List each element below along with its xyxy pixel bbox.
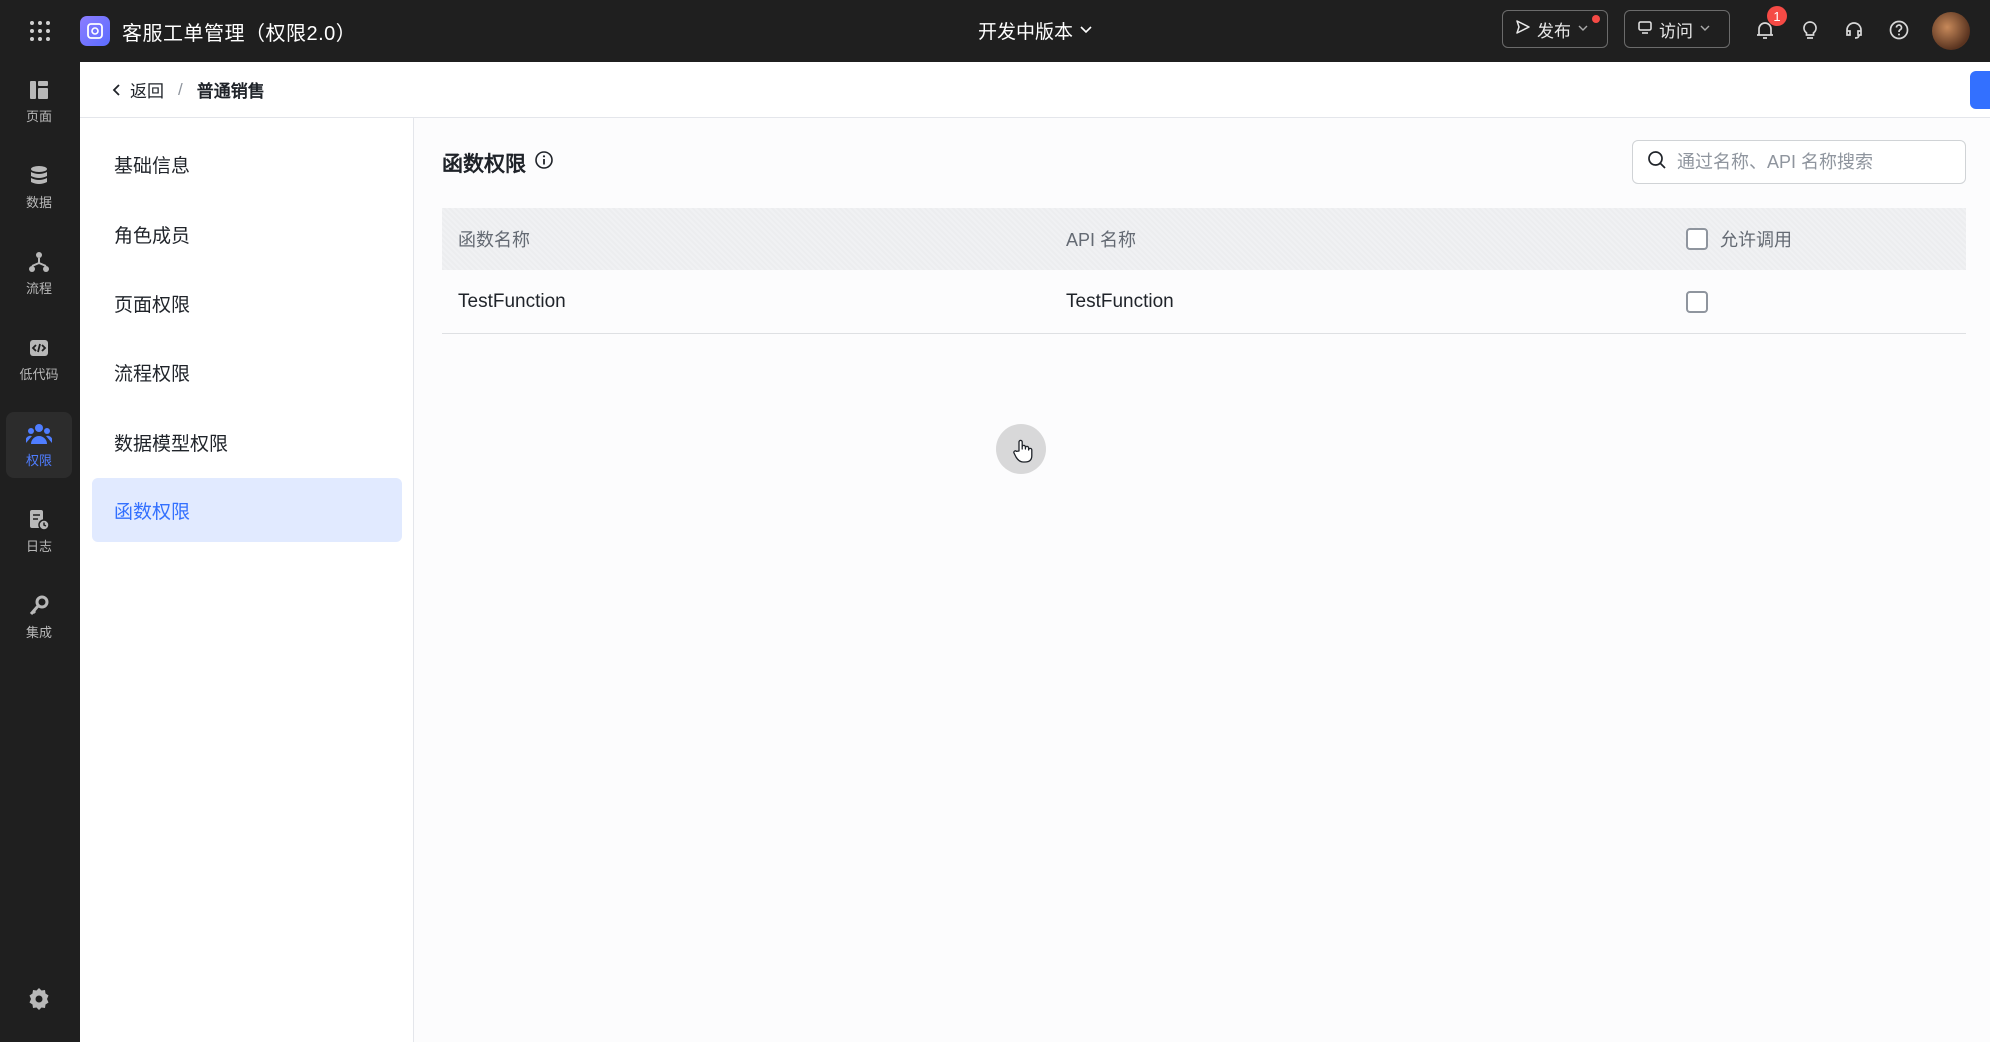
page-header: 返回 / 普通销售 提交 (80, 62, 1990, 118)
top-bar: 客服工单管理（权限2.0） 开发中版本 发布 访问 1 (0, 0, 1990, 62)
chevron-down-icon (1577, 19, 1589, 39)
rail-item-label: 流程 (25, 280, 52, 296)
breadcrumb-current: 普通销售 (196, 82, 265, 101)
gear-icon[interactable] (22, 982, 56, 1016)
permission-sidenav: 基础信息 角色成员 页面权限 流程权限 数据模型权限 函数权限 (80, 118, 414, 1042)
monitor-icon (1637, 19, 1653, 40)
rail-item-label: 数据 (25, 194, 52, 210)
visit-label: 访问 (1659, 21, 1693, 41)
rail-item-page[interactable]: 页面 (6, 68, 72, 134)
permission-icon (26, 423, 52, 444)
integration-icon (29, 595, 49, 615)
section-title: 函数权限 (442, 148, 554, 178)
select-all-checkbox[interactable] (1686, 228, 1708, 250)
allow-call-cell (1686, 290, 1966, 313)
column-header-function-name: 函数名称 (458, 230, 530, 250)
info-icon[interactable] (534, 150, 554, 176)
nav-item-page-permission[interactable]: 页面权限 (92, 271, 402, 335)
publish-label: 发布 (1537, 21, 1571, 41)
headset-icon[interactable] (1838, 14, 1870, 46)
api-name-cell: TestFunction (1066, 290, 1174, 312)
allow-call-checkbox[interactable] (1686, 290, 1708, 313)
lightbulb-icon[interactable] (1794, 14, 1826, 46)
rail-item-label: 页面 (25, 108, 52, 124)
column-header-api-name: API 名称 (1066, 230, 1137, 250)
nav-item-basic-info[interactable]: 基础信息 (92, 132, 402, 196)
rail-item-label: 权限 (25, 452, 52, 468)
avatar[interactable] (1932, 12, 1970, 50)
visit-button[interactable]: 访问 (1624, 10, 1730, 48)
app-logo (80, 16, 110, 46)
breadcrumb-separator: / (178, 79, 183, 99)
rail-item-lowcode[interactable]: 低代码 (6, 326, 72, 392)
allow-call-label: 允许调用 (1720, 230, 1792, 250)
rail-item-log[interactable]: 日志 (6, 498, 72, 564)
submit-button[interactable]: 提交 (1970, 71, 1990, 109)
log-icon (30, 509, 50, 531)
publish-status-dot (1592, 15, 1600, 23)
search-icon (1647, 150, 1667, 175)
table-header: 函数名称 API 名称 允许调用 (442, 208, 1966, 270)
rail-item-integration[interactable]: 集成 (6, 584, 72, 650)
nav-item-role-members[interactable]: 角色成员 (92, 202, 402, 266)
bell-icon[interactable]: 1 (1749, 6, 1787, 46)
flow-icon (29, 251, 49, 272)
app-rail: 页面 数据 流程 低代码 权限 日志 集成 (0, 62, 80, 1042)
back-label: 返回 (130, 82, 164, 101)
rail-item-label: 低代码 (19, 366, 59, 382)
grid-menu-icon[interactable] (0, 0, 80, 62)
chevron-left-icon (112, 83, 120, 96)
rail-item-label: 集成 (25, 624, 52, 640)
code-icon (30, 339, 48, 356)
database-icon (31, 165, 47, 184)
app-title: 客服工单管理（权限2.0） (122, 22, 357, 45)
help-icon[interactable] (1883, 14, 1915, 46)
chevron-down-icon (1699, 19, 1711, 39)
nav-item-function-permission[interactable]: 函数权限 (92, 478, 402, 542)
nav-item-flow-permission[interactable]: 流程权限 (92, 340, 402, 404)
main-panel: 函数权限 函数名称 API 名称 允许调用 TestFunction TestF… (414, 118, 1990, 1042)
rail-item-permission[interactable]: 权限 (6, 412, 72, 478)
search-input[interactable] (1677, 151, 1957, 173)
rail-item-data[interactable]: 数据 (6, 154, 72, 220)
rail-item-flow[interactable]: 流程 (6, 240, 72, 306)
nav-item-data-model-permission[interactable]: 数据模型权限 (92, 410, 402, 474)
function-table: 函数名称 API 名称 允许调用 TestFunction TestFuncti… (442, 208, 1966, 334)
column-header-allow-call: 允许调用 (1686, 226, 1966, 252)
hand-cursor-icon (1012, 438, 1034, 469)
publish-button[interactable]: 发布 (1502, 10, 1608, 48)
function-name-cell: TestFunction (458, 290, 566, 312)
version-selector[interactable]: 开发中版本 (978, 17, 1093, 44)
page-icon (30, 80, 48, 99)
notification-badge: 1 (1767, 6, 1787, 26)
send-icon (1515, 19, 1531, 40)
version-label: 开发中版本 (978, 22, 1074, 43)
table-row: TestFunction TestFunction (442, 270, 1966, 334)
chevron-down-icon (1079, 20, 1093, 42)
search-box[interactable] (1632, 140, 1966, 184)
back-button[interactable]: 返回 (110, 77, 164, 102)
page-title: 函数权限 (442, 153, 526, 176)
rail-item-label: 日志 (25, 538, 52, 554)
